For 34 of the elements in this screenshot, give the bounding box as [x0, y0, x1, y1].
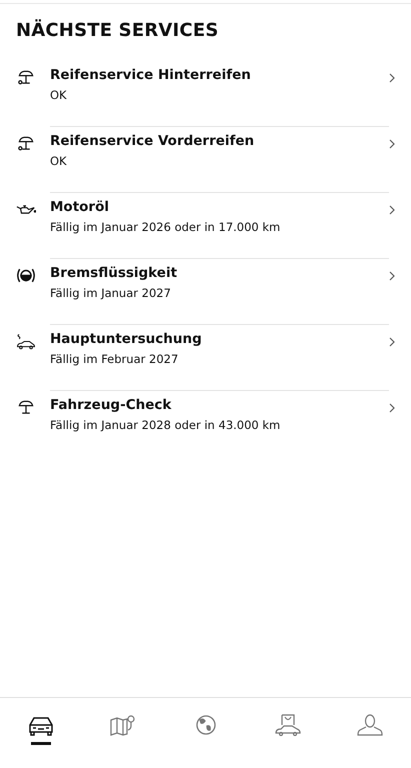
- active-indicator: [31, 742, 52, 745]
- shopping-bag-car-icon: [274, 714, 302, 736]
- chevron-icon: [389, 271, 395, 281]
- service-item[interactable]: Reifenservice Hinterreifen OK: [0, 61, 411, 127]
- service-status: Fällig im Februar 2027: [50, 352, 180, 367]
- car-lift-icon: [16, 135, 36, 152]
- car-paragraph-icon: [16, 333, 36, 350]
- service-name: Hauptuntersuchung: [50, 331, 203, 348]
- chevron-icon: [389, 205, 395, 215]
- service-name: Motoröl: [50, 199, 110, 216]
- service-item[interactable]: Reifenservice Vorderreifen OK: [0, 127, 411, 193]
- service-item[interactable]: Fahrzeug-Check Fällig im Januar 2028 oder in 43.000 km: [0, 391, 411, 457]
- service-status: Fällig im Januar 2028 oder in 43.000 km: [50, 418, 282, 433]
- chevron-icon: [389, 403, 395, 413]
- service-status: Fällig im Januar 2027: [50, 286, 172, 301]
- service-name: Bremsflüssigkeit: [50, 265, 178, 282]
- service-name: Reifenservice Vorderreifen: [50, 133, 256, 150]
- service-name: Reifenservice Hinterreifen: [50, 67, 252, 84]
- service-name: Fahrzeug-Check: [50, 397, 172, 414]
- section-title: NÄCHSTE SERVICES: [16, 20, 220, 41]
- car-lift-icon: [16, 399, 36, 416]
- service-item[interactable]: Motoröl Fällig im Januar 2026 oder in 17.000 km: [0, 193, 411, 259]
- chevron-icon: [389, 139, 395, 149]
- service-status: OK: [50, 88, 68, 103]
- car-lift-icon: [16, 69, 36, 86]
- chevron-icon: [389, 73, 395, 83]
- service-item[interactable]: Hauptuntersuchung Fällig im Februar 2027: [0, 325, 411, 391]
- map-pin-icon: [109, 714, 138, 736]
- service-item[interactable]: Bremsflüssigkeit Fällig im Januar 2027: [0, 259, 411, 325]
- brake-fluid-icon: [16, 267, 36, 284]
- service-status: OK: [50, 154, 68, 169]
- service-status: Fällig im Januar 2026 oder in 17.000 km: [50, 220, 282, 235]
- person-icon: [356, 714, 384, 736]
- chevron-icon: [389, 337, 395, 347]
